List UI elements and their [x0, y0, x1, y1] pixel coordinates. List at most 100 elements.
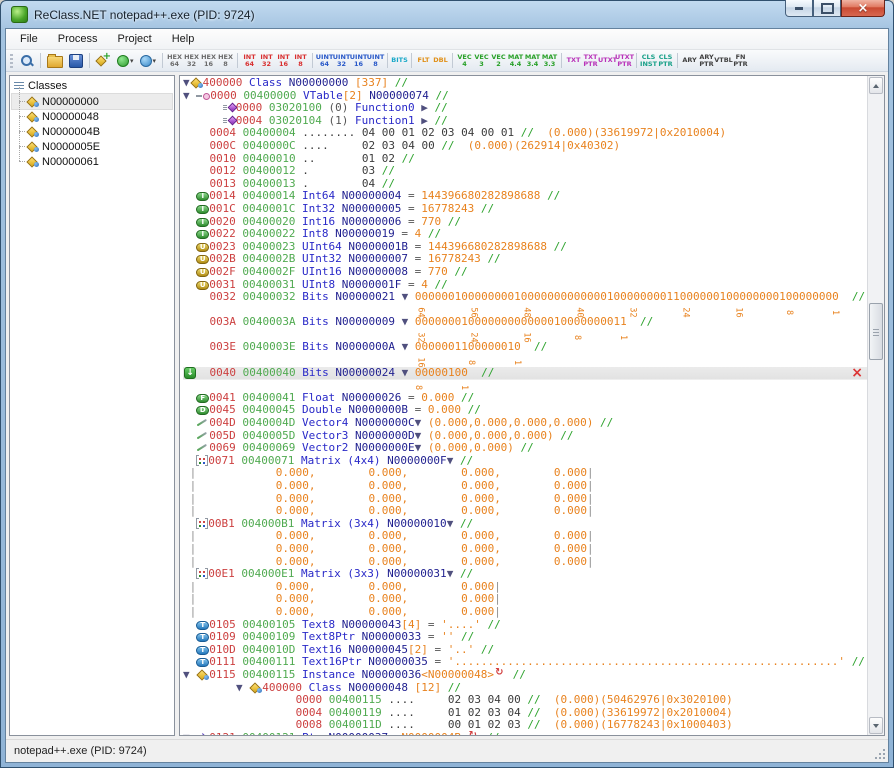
type-class-ptr-button[interactable]: CLSPTR	[657, 52, 674, 70]
bits-row[interactable]: 003A 0040003A Bits N00000009 ▼ 000000010…	[183, 316, 867, 341]
int-icon	[196, 205, 209, 214]
type-int8-button[interactable]: INT8	[292, 52, 309, 70]
add-class-icon	[96, 54, 111, 67]
type-hex32-button[interactable]: HEX32	[183, 52, 200, 70]
minimize-button[interactable]	[785, 0, 813, 17]
class-tree-item[interactable]: N0000004B	[12, 124, 172, 139]
type-text16ptr-button[interactable]: UTXTPTR	[616, 52, 633, 70]
maximize-button[interactable]	[813, 0, 841, 17]
window-title: ReClass.NET notepad++.exe (PID: 9724)	[34, 8, 255, 22]
title-bar[interactable]: ReClass.NET notepad++.exe (PID: 9724)	[1, 1, 893, 28]
type-vtable-button[interactable]: VTBL	[715, 52, 732, 70]
open-file-icon	[47, 56, 63, 68]
type-bits-button[interactable]: BITS	[391, 52, 408, 70]
vertical-scrollbar[interactable]	[867, 76, 884, 735]
menu-item-process[interactable]: Process	[48, 31, 108, 47]
bits-field: 00000100 //81	[415, 367, 494, 392]
class-tree-item[interactable]: N0000005E	[12, 139, 172, 154]
type-uint32-button[interactable]: UINT32	[333, 52, 350, 70]
type-int64-button[interactable]: INT64	[241, 52, 258, 70]
scrollbar-thumb[interactable]	[869, 303, 883, 360]
class-tree-item[interactable]: N00000000	[12, 94, 172, 109]
scrollbar-track[interactable]	[868, 95, 884, 716]
search-button[interactable]	[17, 52, 37, 70]
type-uint64-button[interactable]: UINT64	[316, 52, 333, 70]
type-text16-button[interactable]: UTXT	[599, 52, 616, 70]
bits-row[interactable]: 0040 00400040 Bits N00000024 ▼ 00000100 …	[183, 367, 867, 392]
minimize-icon	[795, 7, 803, 10]
text-icon	[196, 621, 209, 630]
bits-value: 0000001000000001000000000000010000000011…	[415, 290, 839, 303]
type-int32-button[interactable]: INT32	[258, 52, 275, 70]
type-int16-button[interactable]: INT16	[275, 52, 292, 70]
type-uint16-button[interactable]: UINT16	[350, 52, 367, 70]
memory-view-panel: ▼400000 Class N00000000 [337] //▼ 0000 0…	[179, 75, 885, 736]
insert-here-icon[interactable]: ↓	[184, 367, 196, 379]
type-text8ptr-button[interactable]: TXTPTR	[582, 52, 599, 70]
client-area: FileProcessProjectHelp ▾ ▾ HEX64HEX32HEX16…	[5, 28, 889, 763]
type-vector2-button[interactable]: VEC2	[490, 52, 507, 70]
type-matrix4x4-button[interactable]: MAT4.4	[507, 52, 524, 70]
remove-node-icon[interactable]: ×	[851, 366, 863, 380]
menu-item-help[interactable]: Help	[162, 31, 205, 47]
bits-row[interactable]: 003E 0040003E Bits N0000000A ▼ 000000110…	[183, 341, 867, 366]
toolbar-separator	[89, 53, 90, 68]
navigation-menu-button[interactable]: ▾	[137, 52, 160, 70]
matrix-icon	[196, 568, 208, 579]
pointer-row[interactable]: ▼ 0121 00400121 Ptr N00000037 <N0000004B…	[183, 732, 867, 735]
class-tree-root[interactable]: Classes	[12, 78, 172, 94]
vector-icon	[196, 430, 209, 441]
bits-value: 00000001000000000000010000000011	[415, 315, 627, 328]
class-name-label: N0000004B	[42, 126, 100, 138]
process-menu-button[interactable]: ▾	[114, 52, 137, 70]
class-icon	[196, 669, 209, 680]
type-hex16-button[interactable]: HEX16	[200, 52, 217, 70]
class-tree-item[interactable]: N00000061	[12, 154, 172, 169]
class-icon	[26, 111, 39, 122]
scroll-down-button[interactable]	[869, 717, 883, 734]
toolbar-separator	[452, 53, 453, 68]
matrix-icon	[196, 455, 208, 466]
node-listing[interactable]: ▼400000 Class N00000000 [337] //▼ 0000 0…	[180, 76, 867, 735]
type-matrix3x4-button[interactable]: MAT3.4	[524, 52, 541, 70]
scroll-up-button[interactable]	[869, 77, 883, 94]
type-fnptr-button[interactable]: FNPTR	[732, 52, 749, 70]
vector-icon	[196, 417, 209, 428]
type-vector3-button[interactable]: VEC3	[473, 52, 490, 70]
type-hex64-button[interactable]: HEX64	[166, 52, 183, 70]
window-controls	[785, 0, 885, 17]
text-icon	[196, 633, 209, 642]
save-button[interactable]	[66, 52, 86, 70]
search-icon	[20, 54, 34, 68]
class-tree-item[interactable]: N00000048	[12, 109, 172, 124]
toolbar-separator	[237, 53, 238, 68]
navigation-menu-icon	[140, 55, 152, 67]
dropdown-caret-icon: ▾	[153, 57, 157, 65]
close-button[interactable]	[841, 0, 885, 17]
toolbar-separator	[411, 53, 412, 68]
class-icon	[26, 156, 39, 167]
add-class-button[interactable]	[93, 52, 114, 70]
resize-grip[interactable]	[873, 747, 885, 759]
type-hex8-button[interactable]: HEX8	[217, 52, 234, 70]
type-double-button[interactable]: DBL	[432, 52, 449, 70]
menu-item-file[interactable]: File	[10, 31, 48, 47]
type-uint8-button[interactable]: UINT8	[367, 52, 384, 70]
toolbar-separator	[561, 53, 562, 68]
type-array-button[interactable]: ARY	[681, 52, 698, 70]
type-float-button[interactable]: FLT	[415, 52, 432, 70]
text-icon	[196, 658, 209, 667]
menu-item-project[interactable]: Project	[107, 31, 161, 47]
int-icon	[196, 192, 209, 201]
bits-row[interactable]: 0032 00400032 Bits N00000021 ▼ 000000100…	[183, 291, 867, 316]
type-array-ptr-button[interactable]: ARYPTR	[698, 52, 715, 70]
open-file-button[interactable]	[44, 52, 66, 70]
close-icon	[858, 0, 869, 17]
toolbar-separator	[636, 53, 637, 68]
type-matrix3x3-button[interactable]: MAT3.3	[541, 52, 558, 70]
type-text8-button[interactable]: TXT	[565, 52, 582, 70]
text-icon	[196, 646, 209, 655]
classes-panel: Classes N00000000N00000048N0000004BN0000…	[9, 75, 175, 736]
type-class-instance-button[interactable]: CLSINST	[640, 52, 657, 70]
type-vector4-button[interactable]: VEC4	[456, 52, 473, 70]
